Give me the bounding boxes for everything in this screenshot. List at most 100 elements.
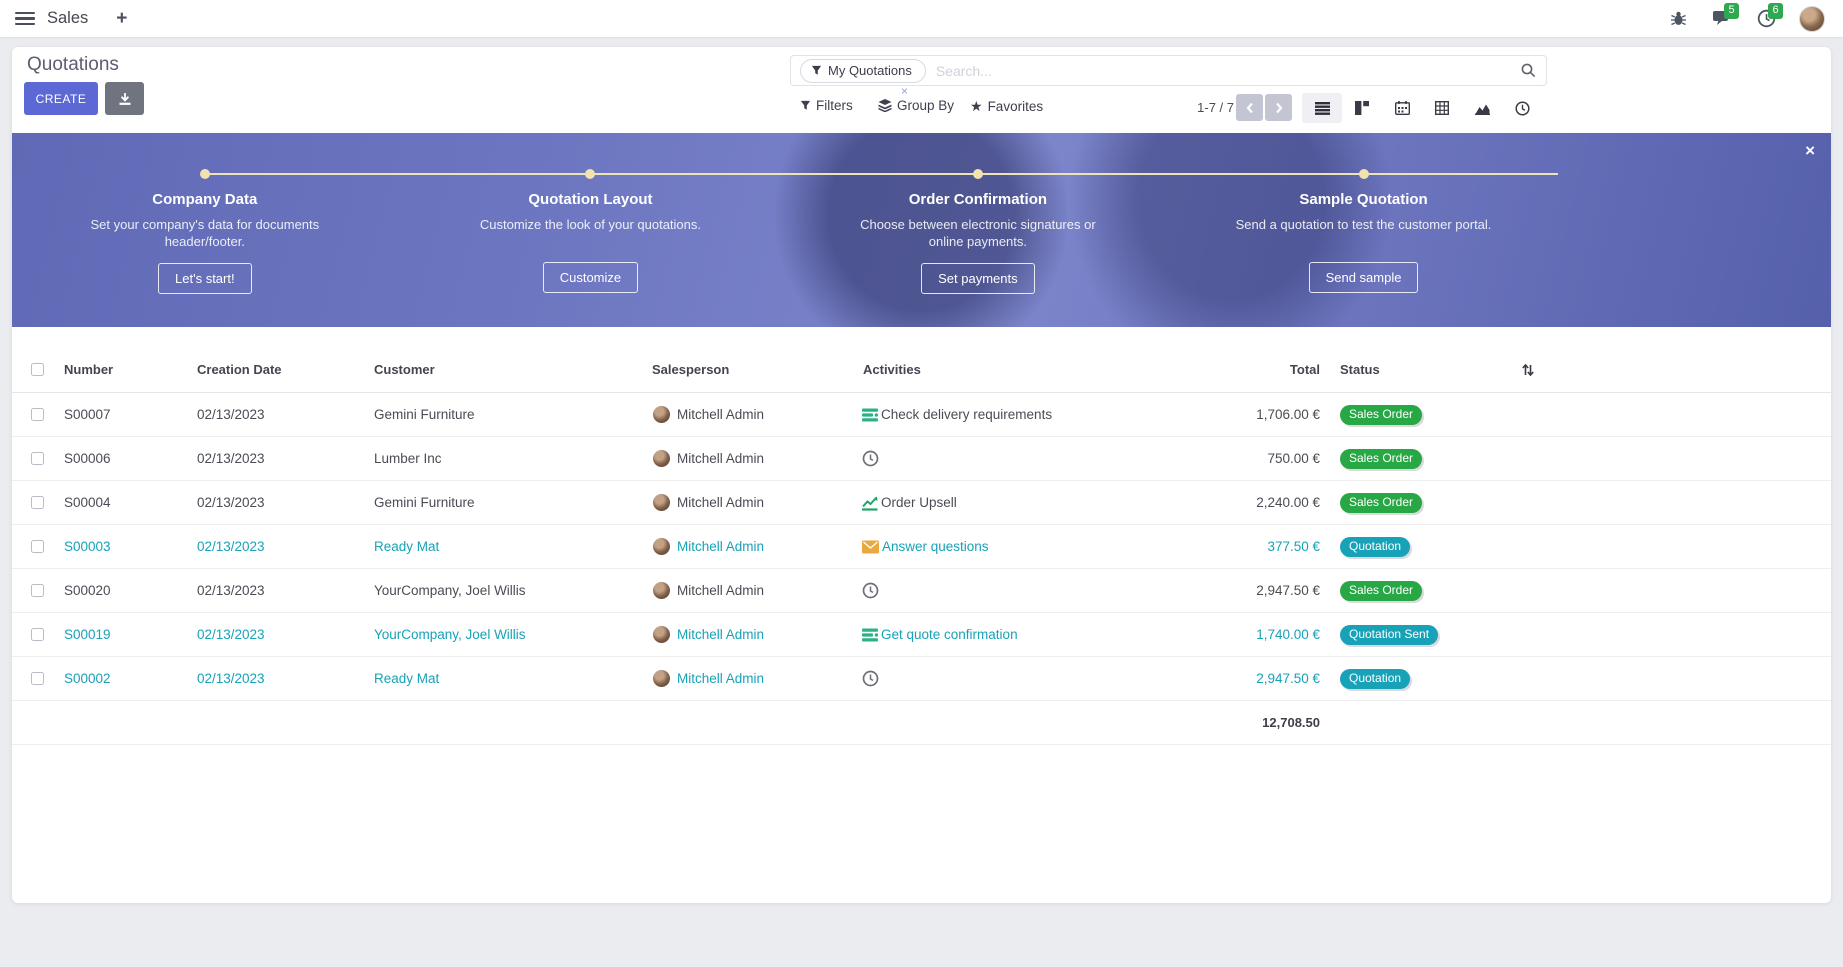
filters-menu[interactable]: Filters bbox=[800, 98, 853, 113]
cell-creation-date: 02/13/2023 bbox=[195, 451, 372, 466]
step-title: Quotation Layout bbox=[459, 191, 721, 208]
cell-number: S00006 bbox=[62, 451, 195, 466]
activity-chart-icon[interactable] bbox=[862, 495, 878, 511]
table-header-row: Number Creation Date Customer Salesperso… bbox=[12, 347, 1831, 393]
cell-total: 377.50 € bbox=[1170, 539, 1330, 554]
apps-menu-icon[interactable] bbox=[15, 9, 35, 29]
step-dot bbox=[973, 169, 983, 179]
view-switch-pivot[interactable] bbox=[1422, 93, 1462, 123]
view-switch-activity[interactable] bbox=[1502, 93, 1542, 123]
messages-icon[interactable]: 5 bbox=[1711, 8, 1733, 30]
step-dot bbox=[585, 169, 595, 179]
search-input[interactable]: Search... bbox=[936, 63, 1521, 79]
activity-list-icon[interactable] bbox=[862, 407, 878, 423]
step-dot bbox=[200, 169, 210, 179]
header-salesperson[interactable]: Salesperson bbox=[650, 362, 861, 377]
chevron-right-icon bbox=[1274, 102, 1284, 114]
group-by-menu[interactable]: Group By bbox=[878, 98, 954, 113]
activities-clock-icon[interactable]: 6 bbox=[1755, 8, 1777, 30]
view-switch-calendar[interactable] bbox=[1382, 93, 1422, 123]
send-sample-button[interactable]: Send sample bbox=[1309, 262, 1419, 293]
facet-label: My Quotations bbox=[828, 63, 912, 78]
status-badge: Sales Order bbox=[1340, 405, 1422, 425]
salesperson-avatar bbox=[653, 538, 670, 555]
activity-clock-icon[interactable] bbox=[862, 450, 879, 467]
row-checkbox[interactable] bbox=[31, 540, 44, 553]
cell-creation-date: 02/13/2023 bbox=[195, 495, 372, 510]
cell-customer: Ready Mat bbox=[372, 539, 650, 554]
activity-label[interactable]: Answer questions bbox=[882, 539, 989, 554]
table-row[interactable]: S00019 02/13/2023 YourCompany, Joel Will… bbox=[12, 613, 1831, 657]
set-payments-button[interactable]: Set payments bbox=[921, 263, 1035, 294]
cell-total: 750.00 € bbox=[1170, 451, 1330, 466]
header-number[interactable]: Number bbox=[62, 362, 195, 377]
calendar-view-icon bbox=[1395, 101, 1410, 115]
view-switch-kanban[interactable] bbox=[1342, 93, 1382, 123]
activity-envelope-icon[interactable] bbox=[862, 540, 879, 554]
onboarding-step-sample-quotation: Sample Quotation Send a quotation to tes… bbox=[1233, 191, 1495, 293]
cell-creation-date: 02/13/2023 bbox=[195, 407, 372, 422]
activity-label[interactable]: Order Upsell bbox=[881, 495, 957, 510]
activity-clock-icon[interactable] bbox=[862, 582, 879, 599]
optional-columns-icon[interactable] bbox=[1505, 363, 1551, 377]
step-description: Set your company's data for documents he… bbox=[74, 217, 336, 251]
add-tab-button[interactable]: + bbox=[116, 8, 127, 30]
filter-facet-my-quotations[interactable]: My Quotations bbox=[800, 59, 926, 83]
row-checkbox[interactable] bbox=[31, 408, 44, 421]
header-customer[interactable]: Customer bbox=[372, 362, 650, 377]
activity-label[interactable]: Get quote confirmation bbox=[881, 627, 1018, 642]
row-checkbox[interactable] bbox=[31, 584, 44, 597]
onboarding-step-order-confirmation: Order Confirmation Choose between electr… bbox=[847, 191, 1109, 294]
select-all-checkbox[interactable] bbox=[31, 363, 44, 376]
list-view-icon bbox=[1315, 102, 1330, 115]
table-footer-row: 12,708.50 bbox=[12, 701, 1831, 745]
table-row[interactable]: S00006 02/13/2023 Lumber Inc Mitchell Ad… bbox=[12, 437, 1831, 481]
header-status[interactable]: Status bbox=[1330, 362, 1505, 377]
table-row[interactable]: S00004 02/13/2023 Gemini Furniture Mitch… bbox=[12, 481, 1831, 525]
cell-total: 2,240.00 € bbox=[1170, 495, 1330, 510]
cell-number: S00002 bbox=[62, 671, 195, 686]
search-bar[interactable]: My Quotations × Search... bbox=[790, 55, 1547, 86]
header-activities[interactable]: Activities bbox=[861, 362, 1170, 377]
activity-clock-icon[interactable] bbox=[862, 670, 879, 687]
table-row[interactable]: S00002 02/13/2023 Ready Mat Mitchell Adm… bbox=[12, 657, 1831, 701]
pivot-view-icon bbox=[1435, 101, 1449, 115]
user-avatar[interactable] bbox=[1799, 6, 1825, 32]
row-checkbox[interactable] bbox=[31, 496, 44, 509]
table-row[interactable]: S00003 02/13/2023 Ready Mat Mitchell Adm… bbox=[12, 525, 1831, 569]
activity-label[interactable]: Check delivery requirements bbox=[881, 407, 1052, 422]
table-row[interactable]: S00007 02/13/2023 Gemini Furniture Mitch… bbox=[12, 393, 1831, 437]
step-title: Sample Quotation bbox=[1233, 191, 1495, 208]
row-checkbox[interactable] bbox=[31, 628, 44, 641]
app-name[interactable]: Sales bbox=[47, 9, 88, 28]
customize-button[interactable]: Customize bbox=[543, 262, 638, 293]
favorites-menu[interactable]: ★ Favorites bbox=[970, 98, 1043, 115]
cell-creation-date: 02/13/2023 bbox=[195, 671, 372, 686]
top-navbar: Sales + 5 6 bbox=[0, 0, 1843, 37]
status-badge: Sales Order bbox=[1340, 449, 1422, 469]
salesperson-avatar bbox=[653, 450, 670, 467]
view-switch-list[interactable] bbox=[1302, 93, 1342, 123]
view-switch-graph[interactable] bbox=[1462, 93, 1502, 123]
pager-next-button[interactable] bbox=[1265, 94, 1292, 121]
cell-customer: YourCompany, Joel Willis bbox=[372, 627, 650, 642]
row-checkbox[interactable] bbox=[31, 452, 44, 465]
banner-close-icon[interactable]: × bbox=[1805, 141, 1815, 161]
row-checkbox[interactable] bbox=[31, 672, 44, 685]
group-by-label: Group By bbox=[897, 98, 954, 113]
header-total[interactable]: Total bbox=[1170, 362, 1330, 377]
activity-list-icon[interactable] bbox=[862, 627, 878, 643]
salesperson-avatar bbox=[653, 626, 670, 643]
step-title: Company Data bbox=[74, 191, 336, 208]
search-icon[interactable] bbox=[1521, 63, 1536, 78]
onboarding-step-quotation-layout: Quotation Layout Customize the look of y… bbox=[459, 191, 721, 293]
debug-bug-icon[interactable] bbox=[1667, 8, 1689, 30]
cell-total: 1,706.00 € bbox=[1170, 407, 1330, 422]
header-creation-date[interactable]: Creation Date bbox=[195, 362, 372, 377]
table-row[interactable]: S00020 02/13/2023 YourCompany, Joel Will… bbox=[12, 569, 1831, 613]
cell-salesperson: Mitchell Admin bbox=[677, 627, 764, 642]
status-badge: Sales Order bbox=[1340, 581, 1422, 601]
lets-start-button[interactable]: Let's start! bbox=[158, 263, 252, 294]
cell-creation-date: 02/13/2023 bbox=[195, 539, 372, 554]
pager-previous-button[interactable] bbox=[1236, 94, 1263, 121]
